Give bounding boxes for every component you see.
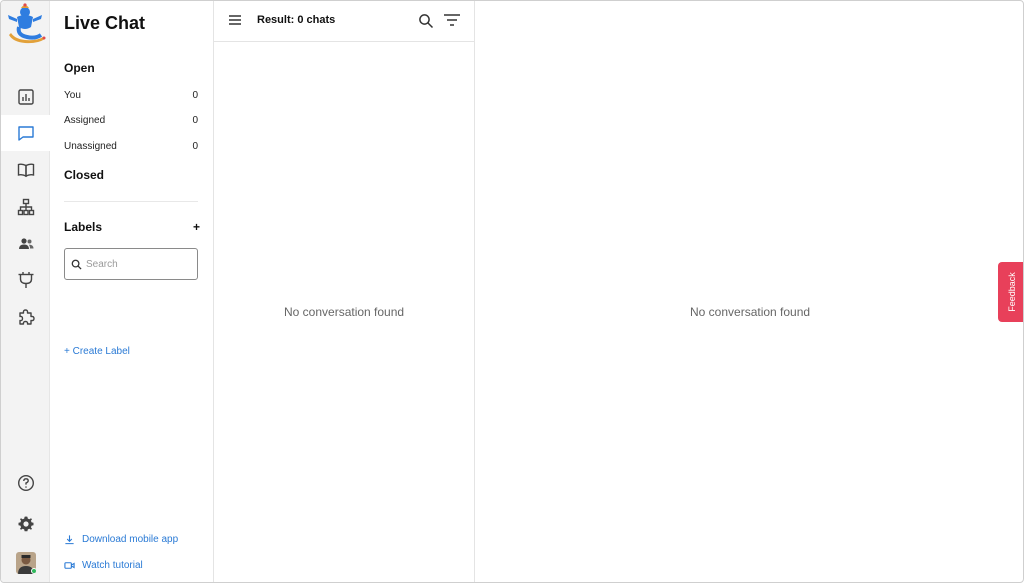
label-search-box[interactable]	[64, 248, 198, 280]
labels-header: Labels +	[64, 220, 200, 234]
labels-heading: Labels	[64, 220, 103, 234]
chat-list-empty-message: No conversation found	[284, 305, 405, 319]
filter-you[interactable]: You 0	[64, 90, 198, 101]
download-icon	[65, 535, 74, 545]
watch-tutorial-label: Watch tutorial	[82, 560, 143, 571]
analytics-icon	[17, 89, 34, 105]
online-status-dot	[31, 568, 36, 574]
feedback-button[interactable]: Feedback	[998, 262, 1023, 322]
search-icon[interactable]	[418, 13, 434, 29]
rail-contacts[interactable]	[1, 226, 50, 262]
filter-label: Unassigned	[64, 141, 117, 152]
open-heading[interactable]: Open	[64, 61, 95, 75]
result-count: Result: 0 chats	[257, 14, 336, 26]
search-icon	[71, 259, 82, 270]
rail-analytics[interactable]	[1, 79, 50, 115]
watch-tutorial-link[interactable]: Watch tutorial	[64, 560, 143, 571]
gear-icon	[18, 516, 33, 532]
conversation-empty-message: No conversation found	[690, 305, 811, 319]
feedback-label: Feedback	[1006, 272, 1017, 312]
add-label-plus-icon[interactable]: +	[193, 221, 200, 233]
user-avatar[interactable]	[16, 552, 36, 574]
rail-apps[interactable]	[1, 299, 50, 335]
app-window: Live Chat Open You 0 Assigned 0 Unassign…	[0, 0, 1024, 583]
video-camera-icon	[64, 562, 75, 569]
filter-count: 0	[192, 115, 198, 126]
chat-list-pane: Result: 0 chats No conversation found	[214, 1, 475, 582]
filter-icon[interactable]	[443, 12, 461, 28]
contacts-icon	[18, 238, 33, 249]
sitemap-icon	[17, 198, 34, 216]
conversation-pane: No conversation found	[475, 1, 1023, 582]
page-title: Live Chat	[64, 13, 146, 33]
help-circle-icon	[17, 474, 34, 492]
download-app-label: Download mobile app	[82, 534, 179, 545]
filter-count: 0	[192, 141, 198, 152]
puzzle-icon	[18, 309, 35, 325]
closed-heading[interactable]: Closed	[64, 168, 104, 182]
plug-icon	[18, 272, 33, 288]
filter-label: You	[64, 90, 81, 101]
book-icon	[17, 163, 34, 178]
rail-help[interactable]	[1, 465, 50, 501]
filter-label: Assigned	[64, 115, 106, 126]
rail-knowledge-base[interactable]	[1, 152, 50, 188]
rail-integrations[interactable]	[1, 262, 50, 298]
download-mobile-app-link[interactable]: Download mobile app	[64, 534, 178, 545]
section-divider	[64, 201, 198, 202]
chat-bubble-icon	[17, 126, 34, 141]
genie-logo[interactable]	[3, 3, 47, 45]
rail-settings[interactable]	[1, 506, 50, 542]
label-search-input[interactable]	[86, 258, 186, 270]
inbox-sidebar: Live Chat Open You 0 Assigned 0 Unassign…	[50, 1, 214, 582]
filter-unassigned[interactable]: Unassigned 0	[64, 141, 198, 152]
create-label-link[interactable]: + Create Label	[64, 346, 130, 357]
chat-list-header: Result: 0 chats	[214, 1, 474, 42]
hamburger-menu-icon[interactable]	[228, 13, 242, 27]
icon-rail	[1, 1, 50, 582]
rail-chats[interactable]	[1, 115, 50, 151]
filter-assigned[interactable]: Assigned 0	[64, 115, 198, 126]
filter-count: 0	[192, 90, 198, 101]
rail-bot-flows[interactable]	[1, 189, 50, 225]
